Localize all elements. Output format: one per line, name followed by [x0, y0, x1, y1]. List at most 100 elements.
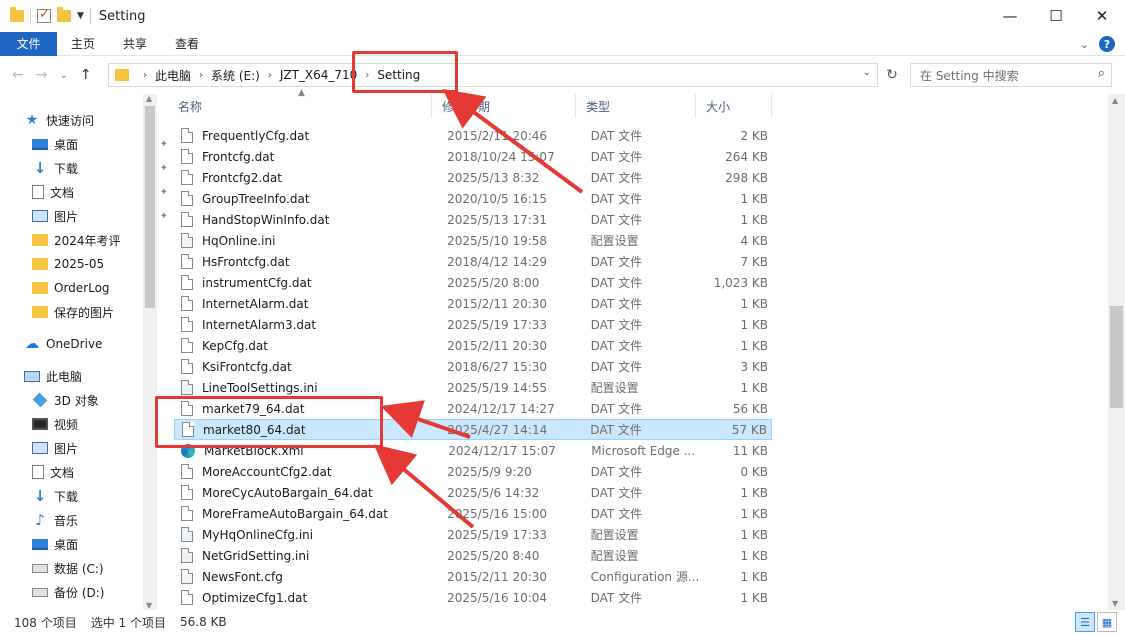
ribbon-tabs: 文件 主页 共享 查看 ⌄ ? — [0, 31, 1125, 56]
nav-label: OrderLog — [54, 281, 110, 295]
tab-home[interactable]: 主页 — [57, 32, 109, 56]
up-button[interactable]: ↑ — [80, 67, 92, 83]
file-name: OptimizeCfg1.dat — [202, 590, 308, 605]
file-size: 1 KB — [740, 380, 768, 395]
file-size: 4 KB — [740, 233, 768, 248]
pin-icon: ✦ — [159, 210, 168, 222]
file-row[interactable]: Frontcfg2.dat 2025/5/13 8:32 DAT 文件 298 KB — [174, 167, 772, 188]
file-icon — [181, 170, 193, 185]
file-row[interactable]: KepCfg.dat 2015/2/11 20:30 DAT 文件 1 KB — [174, 335, 772, 356]
new-folder-icon[interactable] — [57, 7, 71, 22]
folder-icon — [32, 306, 48, 318]
file-icon — [181, 275, 193, 290]
settings-file-icon — [181, 548, 193, 563]
search-box[interactable]: 在 Setting 中搜索 ⌕ — [910, 63, 1112, 87]
file-row[interactable]: NetGridSetting.ini 2025/5/20 8:40 配置设置 1 KB — [174, 545, 772, 566]
file-row[interactable]: Frontcfg.dat 2018/10/24 15:07 DAT 文件 264 KB — [174, 146, 772, 167]
picture-icon — [32, 442, 48, 454]
tab-view[interactable]: 查看 — [161, 32, 213, 56]
customize-toolbar-icon[interactable]: ▼ — [77, 11, 84, 21]
desktop-icon — [32, 138, 48, 150]
file-type: Configuration 源... — [590, 570, 700, 584]
file-name: Frontcfg.dat — [202, 149, 275, 164]
large-icons-view-icon[interactable]: ▦ — [1097, 612, 1117, 632]
column-header-size[interactable]: 大小 — [696, 94, 772, 118]
file-type: DAT 文件 — [590, 339, 643, 353]
nav-label: 备份 (D:) — [54, 585, 105, 600]
maximize-button[interactable]: ☐ — [1033, 0, 1079, 32]
nav-label: 音乐 — [54, 513, 79, 528]
file-icon — [181, 254, 193, 269]
forward-button[interactable]: → — [36, 67, 48, 83]
scroll-down-icon[interactable]: ▼ — [1112, 599, 1118, 608]
divider — [89, 8, 91, 24]
scroll-down-icon[interactable]: ▼ — [146, 601, 152, 610]
search-icon[interactable]: ⌕ — [1098, 66, 1105, 81]
file-date: 2025/5/13 17:31 — [447, 212, 548, 227]
file-type: DAT 文件 — [590, 486, 643, 500]
file-row[interactable]: NewsFont.cfg 2015/2/11 20:30 Configuration… — [174, 566, 772, 587]
scroll-up-icon[interactable]: ▲ — [1112, 96, 1118, 105]
column-header-date[interactable]: 修改日期 — [432, 94, 576, 118]
file-type: 配置设置 — [590, 528, 639, 542]
settings-file-icon — [181, 233, 193, 248]
file-size: 1,023 KB — [713, 275, 768, 290]
tab-share[interactable]: 共享 — [109, 32, 161, 56]
search-placeholder: 在 Setting 中搜索 — [920, 68, 1019, 83]
help-icon[interactable]: ? — [1099, 36, 1115, 52]
file-row[interactable]: GroupTreeInfo.dat 2020/10/5 16:15 DAT 文件 1 … — [174, 188, 772, 209]
minimize-button[interactable]: — — [987, 0, 1033, 32]
file-row[interactable]: HqOnline.ini 2025/5/10 19:58 配置设置 4 KB — [174, 230, 772, 251]
file-row[interactable]: MoreFrameAutoBargain_64.dat 2025/5/16 15:… — [174, 503, 772, 524]
window-title: Setting — [98, 8, 146, 24]
file-date: 2015/2/11 20:30 — [447, 338, 548, 353]
breadcrumb-this-pc[interactable]: 此电脑 — [155, 67, 191, 84]
file-type: DAT 文件 — [590, 402, 643, 416]
file-type: 配置设置 — [590, 381, 639, 395]
file-row[interactable]: MoreAccountCfg2.dat 2025/5/9 9:20 DAT 文件 0 … — [174, 461, 772, 482]
column-headers: 名称 修改日期 类型 大小 — [168, 94, 778, 118]
quick-access-toolbar: ▼ — [0, 7, 91, 24]
tab-file[interactable]: 文件 — [0, 31, 57, 56]
properties-icon[interactable] — [37, 7, 51, 23]
address-dropdown-icon[interactable]: ⌄ — [863, 67, 871, 78]
expand-ribbon-icon[interactable]: ⌄ — [1080, 38, 1089, 51]
file-list-scrollbar[interactable]: ▲ ▼ — [1108, 94, 1125, 610]
recent-locations-button[interactable]: ⌄ — [59, 70, 67, 81]
file-date: 2020/10/5 16:15 — [447, 191, 548, 206]
file-type: DAT 文件 — [590, 150, 643, 164]
file-row[interactable]: LineToolSettings.ini 2025/5/19 14:55 配置设置 1… — [174, 377, 772, 398]
file-size: 1 KB — [740, 191, 768, 206]
close-button[interactable]: ✕ — [1079, 0, 1125, 32]
file-icon — [181, 338, 193, 353]
file-name: MoreAccountCfg2.dat — [202, 464, 332, 479]
nav-label: 快速访问 — [46, 113, 95, 128]
scroll-thumb[interactable] — [1110, 306, 1123, 408]
file-row[interactable]: KsiFrontcfg.dat 2018/6/27 15:30 DAT 文件 3 KB — [174, 356, 772, 377]
folder-icon — [10, 7, 24, 22]
address-bar[interactable]: › 此电脑 › 系统 (E:) › JZT_X64_710 › Setting ⌄ — [108, 63, 878, 87]
file-row[interactable]: HandStopWinInfo.dat 2025/5/13 17:31 DAT 文件… — [174, 209, 772, 230]
file-row[interactable]: FrequentlyCfg.dat 2015/2/11 20:46 DAT 文件 2 … — [174, 125, 772, 146]
breadcrumb-jzt-folder[interactable]: JZT_X64_710 — [280, 68, 357, 82]
column-header-type[interactable]: 类型 — [576, 94, 696, 118]
title-bar: ▼ Setting — ☐ ✕ — [0, 0, 1125, 32]
file-row[interactable]: InternetAlarm.dat 2015/2/11 20:30 DAT 文件 1 … — [174, 293, 772, 314]
file-row[interactable]: HsFrontcfg.dat 2018/4/12 14:29 DAT 文件 7 KB — [174, 251, 772, 272]
file-row[interactable]: MyHqOnlineCfg.ini 2025/5/19 17:33 配置设置 1 KB — [174, 524, 772, 545]
file-size: 1 KB — [740, 212, 768, 227]
back-button[interactable]: ← — [12, 67, 24, 83]
file-row[interactable]: InternetAlarm3.dat 2025/5/19 17:33 DAT 文件 1… — [174, 314, 772, 335]
scroll-up-icon[interactable]: ▲ — [146, 94, 152, 103]
details-view-icon[interactable]: ☰ — [1075, 612, 1095, 632]
file-row[interactable]: MoreCycAutoBargain_64.dat 2025/5/6 14:32 D… — [174, 482, 772, 503]
nav-scrollbar[interactable]: ▲ ▼ — [143, 94, 157, 610]
file-row[interactable]: instrumentCfg.dat 2025/5/20 8:00 DAT 文件 1,0… — [174, 272, 772, 293]
file-row[interactable]: OptimizeCfg1.dat 2025/5/16 10:04 DAT 文件 1 K… — [174, 587, 772, 608]
refresh-icon[interactable]: ↻ — [881, 63, 903, 87]
file-date: 2024/12/17 14:27 — [447, 401, 555, 416]
scroll-thumb[interactable] — [145, 106, 155, 308]
breadcrumb-drive-e[interactable]: 系统 (E:) — [211, 67, 260, 84]
file-name: InternetAlarm3.dat — [202, 317, 317, 332]
video-icon — [32, 418, 48, 430]
